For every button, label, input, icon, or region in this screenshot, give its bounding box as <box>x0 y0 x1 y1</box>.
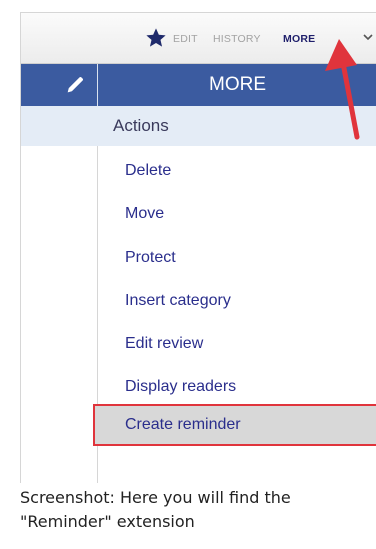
menu-item-delete[interactable]: Delete <box>125 159 171 183</box>
edit-link[interactable]: EDIT <box>173 33 198 45</box>
menu-item-move[interactable]: Move <box>125 202 164 226</box>
star-icon[interactable] <box>145 27 167 49</box>
more-link[interactable]: MORE <box>283 33 315 45</box>
menu-item-display-readers[interactable]: Display readers <box>125 375 236 399</box>
menu-item-edit-review[interactable]: Edit review <box>125 332 203 356</box>
highlight-box: Create reminder <box>93 404 376 446</box>
menu-item-insert-category[interactable]: Insert category <box>125 289 231 313</box>
screenshot-frame: EDIT HISTORY MORE MORE Actions Delete Mo… <box>20 12 376 483</box>
left-column <box>21 106 98 483</box>
menu-item-protect[interactable]: Protect <box>125 246 176 270</box>
menu-item-create-reminder[interactable]: Create reminder <box>125 413 241 437</box>
screenshot-caption: Screenshot: Here you will find the "Remi… <box>20 488 291 531</box>
pencil-icon[interactable] <box>64 74 86 96</box>
edit-cell[interactable] <box>21 64 98 106</box>
actions-label: Actions <box>113 116 169 135</box>
history-link[interactable]: HISTORY <box>213 33 261 45</box>
red-arrow-annotation <box>325 39 360 140</box>
